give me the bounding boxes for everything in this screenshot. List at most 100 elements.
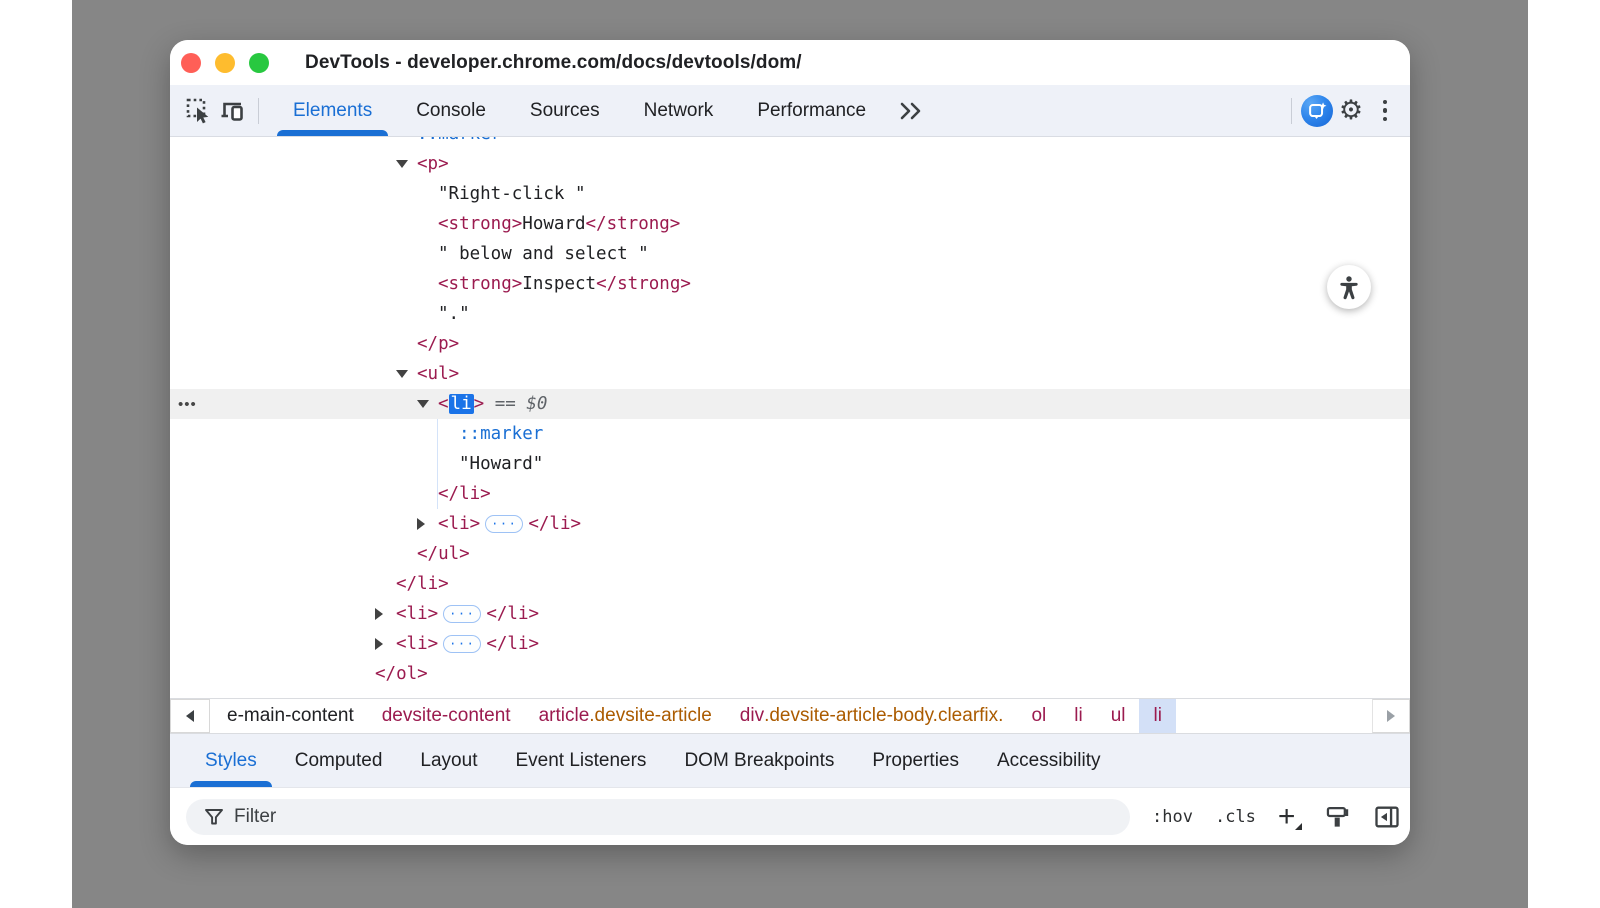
scroll-left-icon: [186, 710, 194, 722]
dom-tree-row[interactable]: ::marker: [170, 419, 1410, 449]
filter-bar-controls: :hov .cls +: [1152, 803, 1401, 831]
dom-node-segment: </li>: [528, 514, 581, 534]
breadcrumb-item[interactable]: devsite-content: [368, 699, 525, 733]
dom-tree-row[interactable]: </ul>: [170, 539, 1410, 569]
dom-tree-row[interactable]: <strong>Inspect</strong>: [170, 269, 1410, 299]
filter-input[interactable]: [234, 799, 1094, 835]
sidebar-tab-accessibility[interactable]: Accessibility: [978, 734, 1119, 787]
sidebar-tab-computed[interactable]: Computed: [276, 734, 402, 787]
breadcrumb-item[interactable]: ol: [1017, 699, 1060, 733]
styles-filter-bar: :hov .cls +: [170, 787, 1410, 845]
device-toolbar-icon: [219, 97, 247, 125]
collapse-arrow-icon[interactable]: [396, 149, 408, 179]
dom-tree-row[interactable]: <strong>Howard</strong>: [170, 209, 1410, 239]
inspect-element-icon: [185, 97, 213, 125]
toggle-sidebar-button[interactable]: [1373, 803, 1401, 831]
dom-tree-row[interactable]: ".": [170, 299, 1410, 329]
gear-icon: ⚙: [1339, 97, 1363, 124]
collapse-arrow-icon[interactable]: [396, 359, 408, 389]
sidebar-tab-properties[interactable]: Properties: [853, 734, 978, 787]
inline-expand-button[interactable]: ···: [485, 515, 523, 533]
tab-sources[interactable]: Sources: [508, 85, 622, 136]
accessibility-fab-button[interactable]: [1327, 265, 1371, 309]
tab-performance[interactable]: Performance: [735, 85, 888, 136]
panel-tabs: ElementsConsoleSourcesNetworkPerformance: [271, 85, 888, 136]
inline-expand-button[interactable]: ···: [443, 635, 481, 653]
breadcrumb-item[interactable]: div.devsite-article-body.clearfix.: [726, 699, 1018, 733]
dom-node-segment: <ul>: [417, 364, 459, 384]
dom-node-segment: >: [474, 394, 485, 414]
dom-tree-row[interactable]: " below and select ": [170, 239, 1410, 269]
tab-console[interactable]: Console: [394, 85, 508, 136]
sidebar-tab-layout[interactable]: Layout: [401, 734, 496, 787]
accessibility-person-icon: [1336, 274, 1362, 300]
breadcrumb-item[interactable]: li: [1139, 699, 1175, 733]
dom-tree-row[interactable]: </p>: [170, 329, 1410, 359]
ai-assistance-icon: [1301, 95, 1333, 127]
inline-expand-button[interactable]: ···: [443, 605, 481, 623]
minimize-window-button[interactable]: [215, 53, 235, 73]
collapse-arrow-icon[interactable]: [417, 389, 429, 419]
dom-tree-row[interactable]: <li> ··· </li>: [170, 629, 1410, 659]
dom-tree: ::marker<p>"Right-click "<strong>Howard<…: [170, 137, 1410, 698]
sidebar-tab-dom-breakpoints[interactable]: DOM Breakpoints: [665, 734, 853, 787]
breadcrumb-item[interactable]: e-main-content: [213, 699, 368, 733]
paint-brush-button[interactable]: [1324, 803, 1351, 830]
expand-arrow-icon[interactable]: [417, 509, 425, 539]
dom-node-segment: <strong>: [438, 274, 522, 294]
breadcrumb-item[interactable]: article.devsite-article: [525, 699, 726, 733]
dom-tree-row[interactable]: <li>···</li>: [170, 599, 1410, 629]
dom-node-segment: </li>: [486, 634, 539, 654]
dom-tree-row[interactable]: </li>: [170, 569, 1410, 599]
inspect-element-button[interactable]: [182, 94, 216, 128]
filter-funnel-icon: [202, 805, 226, 834]
more-options-button[interactable]: [1368, 94, 1402, 128]
zoom-window-button[interactable]: [249, 53, 269, 73]
dom-node-segment: ::marker: [459, 424, 543, 444]
filter-pill[interactable]: [186, 799, 1130, 835]
toggle-device-toolbar-button[interactable]: [216, 94, 250, 128]
dom-node-segment: " below and select ": [438, 244, 649, 264]
new-style-rule-button[interactable]: +: [1278, 806, 1303, 828]
dom-node-segment: "Howard": [459, 454, 543, 474]
close-window-button[interactable]: [181, 53, 201, 73]
dom-node-segment: li: [449, 394, 474, 414]
expand-arrow-icon[interactable]: [375, 599, 383, 629]
sidebar-tab-styles[interactable]: Styles: [186, 734, 276, 787]
dom-node-segment: ::marker: [417, 137, 501, 144]
tab-elements[interactable]: Elements: [271, 85, 394, 136]
element-classes-button[interactable]: .cls: [1215, 807, 1256, 827]
dom-node-segment: Inspect: [522, 274, 596, 294]
breadcrumb-bar: e-main-content devsite-content article.dev…: [170, 698, 1410, 733]
breadcrumb-item[interactable]: ul: [1097, 699, 1140, 733]
breadcrumb-part: devsite-content: [382, 705, 511, 727]
dom-tree-row[interactable]: </ol>: [170, 659, 1410, 689]
breadcrumb-part: .devsite-article-body.clearfix.: [764, 705, 1003, 727]
more-tabs-button[interactable]: [894, 94, 928, 128]
breadcrumb-scroll-right-button[interactable]: [1372, 699, 1410, 733]
dom-node-segment: Howard: [522, 214, 585, 234]
breadcrumb-item[interactable]: li: [1060, 699, 1096, 733]
sidebar-tabs: StylesComputedLayoutEvent ListenersDOM B…: [170, 733, 1410, 787]
expand-arrow-icon[interactable]: [375, 629, 383, 659]
dom-node-segment: <li>: [396, 634, 438, 654]
toggle-element-state-button[interactable]: :hov: [1152, 807, 1193, 827]
dom-tree-row[interactable]: <p>: [170, 149, 1410, 179]
dom-tree-row[interactable]: •••<li> == $0: [170, 389, 1410, 419]
tab-network[interactable]: Network: [622, 85, 736, 136]
breadcrumb-scroll-left-button[interactable]: [170, 699, 210, 733]
dock-panel-icon: [1373, 803, 1401, 831]
ai-assistance-button[interactable]: [1300, 94, 1334, 128]
dom-node-segment: </li>: [486, 604, 539, 624]
dom-tree-row[interactable]: </li>: [170, 479, 1410, 509]
dom-tree-row[interactable]: ::marker: [170, 137, 1410, 149]
row-actions-dots[interactable]: •••: [178, 389, 197, 419]
dom-tree-row[interactable]: <li>···</li>: [170, 509, 1410, 539]
dom-tree-row[interactable]: <ul>: [170, 359, 1410, 389]
sidebar-tab-event-listeners[interactable]: Event Listeners: [496, 734, 665, 787]
dom-tree-row[interactable]: "Howard": [170, 449, 1410, 479]
dom-node-segment: </p>: [417, 334, 459, 354]
dom-node-segment: </li>: [438, 484, 491, 504]
dom-tree-row[interactable]: "Right-click ": [170, 179, 1410, 209]
settings-button[interactable]: ⚙: [1334, 94, 1368, 128]
